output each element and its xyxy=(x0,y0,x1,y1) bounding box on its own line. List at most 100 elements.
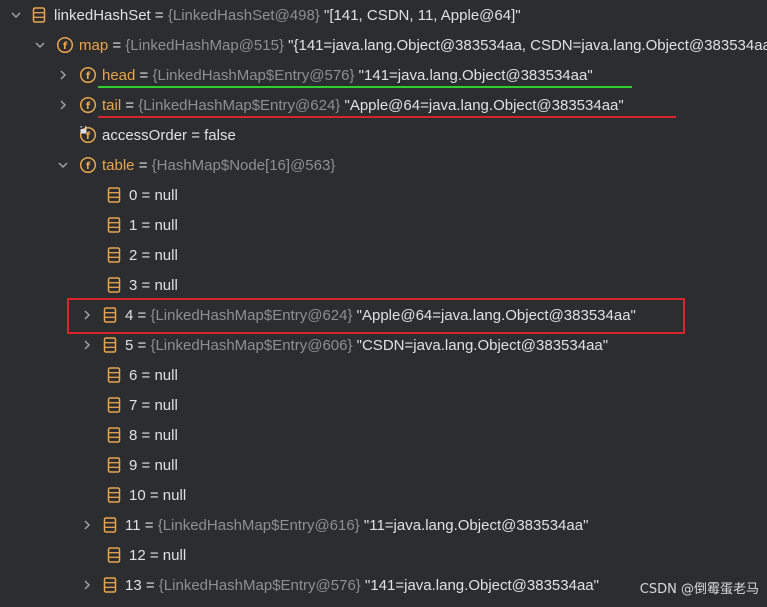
stack-icon xyxy=(103,576,117,594)
array-index: 0 xyxy=(129,186,138,204)
array-index: 12 xyxy=(129,546,146,564)
stack-icon xyxy=(107,216,121,234)
tree-row-table-12[interactable]: 12 = null xyxy=(0,540,767,570)
chevron-down-icon[interactable] xyxy=(10,9,22,21)
tree-row-table-7[interactable]: 7 = null xyxy=(0,390,767,420)
stack-icon xyxy=(107,426,121,444)
variable-value: null xyxy=(154,456,178,474)
entry-4-red-box xyxy=(67,298,685,334)
variable-value: "[141, CSDN, 11, Apple@64]" xyxy=(319,6,521,24)
chevron-right-icon[interactable] xyxy=(57,69,69,81)
tree-row-table-11[interactable]: 11 = {LinkedHashMap$Entry@616} "11=java.… xyxy=(0,510,767,540)
equals-sign: = xyxy=(137,396,155,414)
object-reference: {HashMap$Node[16]@563} xyxy=(151,156,336,174)
tree-row-table-10[interactable]: 10 = null xyxy=(0,480,767,510)
variable-value: null xyxy=(154,216,178,234)
object-reference: {LinkedHashMap$Entry@616} xyxy=(157,516,360,534)
tree-row-table-8[interactable]: 8 = null xyxy=(0,420,767,450)
chevron-down-icon[interactable] xyxy=(34,39,46,51)
tree-row-table-0[interactable]: 0 = null xyxy=(0,180,767,210)
object-reference: {LinkedHashSet@498} xyxy=(167,6,320,24)
svg-text:f: f xyxy=(86,71,91,82)
object-reference: {LinkedHashMap$Entry@624} xyxy=(138,96,341,114)
field-f-icon: f xyxy=(79,66,97,84)
chevron-down-icon[interactable] xyxy=(57,159,69,171)
chevron-right-icon[interactable] xyxy=(81,339,93,351)
variable-name: linkedHashSet xyxy=(54,6,151,24)
tree-row-accessorder[interactable]: f accessOrder = false xyxy=(0,120,767,150)
svg-text:f: f xyxy=(86,131,91,142)
tail-red-underline xyxy=(98,116,676,118)
svg-text:f: f xyxy=(63,41,68,52)
tree-row-table-5[interactable]: 5 = {LinkedHashMap$Entry@606} "CSDN=java… xyxy=(0,330,767,360)
array-index: 8 xyxy=(129,426,138,444)
head-green-underline xyxy=(98,86,632,88)
equals-sign: = xyxy=(137,456,155,474)
tree-row-linkedhashset[interactable]: linkedHashSet = {LinkedHashSet@498} "[14… xyxy=(0,0,767,30)
csdn-watermark: CSDN @倒霉蛋老马 xyxy=(639,582,759,597)
variable-name: table xyxy=(102,156,135,174)
equals-sign: = xyxy=(141,576,159,594)
field-lock-icon: f xyxy=(79,126,97,144)
variable-value: "CSDN=java.lang.Object@383534aa" xyxy=(352,336,609,354)
variable-value: "Apple@64=java.lang.Object@383534aa" xyxy=(340,96,624,114)
variable-name: head xyxy=(102,66,136,84)
stack-icon xyxy=(107,486,121,504)
variable-value: null xyxy=(154,426,178,444)
array-index: 1 xyxy=(129,216,138,234)
equals-sign: = xyxy=(137,366,155,384)
variable-value: "141=java.lang.Object@383534aa" xyxy=(360,576,599,594)
array-index: 3 xyxy=(129,276,138,294)
tree-row-table-1[interactable]: 1 = null xyxy=(0,210,767,240)
array-index: 7 xyxy=(129,396,138,414)
equals-sign: = xyxy=(121,96,139,114)
variable-value: null xyxy=(154,366,178,384)
svg-text:f: f xyxy=(86,161,91,172)
variable-value: null xyxy=(162,546,187,564)
stack-icon xyxy=(107,456,121,474)
array-index: 6 xyxy=(129,366,138,384)
stack-icon xyxy=(107,276,121,294)
array-index: 10 xyxy=(129,486,146,504)
tree-row-table-3[interactable]: 3 = null xyxy=(0,270,767,300)
array-index: 13 xyxy=(125,576,142,594)
tree-row-table-2[interactable]: 2 = null xyxy=(0,240,767,270)
tree-row-table[interactable]: f table = {HashMap$Node[16]@563} xyxy=(0,150,767,180)
field-f-icon: f xyxy=(56,36,74,54)
tree-row-table-9[interactable]: 9 = null xyxy=(0,450,767,480)
variable-name: accessOrder xyxy=(102,126,188,144)
variable-value: false xyxy=(204,126,236,144)
tree-row-table-6[interactable]: 6 = null xyxy=(0,360,767,390)
equals-sign: = xyxy=(135,66,153,84)
stack-icon xyxy=(107,396,121,414)
variable-value: "141=java.lang.Object@383534aa" xyxy=(354,66,593,84)
stack-icon xyxy=(107,246,121,264)
field-f-icon: f xyxy=(79,96,97,114)
object-reference: {LinkedHashMap$Entry@576} xyxy=(158,576,361,594)
variable-value: "11=java.lang.Object@383534aa" xyxy=(359,516,589,534)
svg-text:f: f xyxy=(86,101,91,112)
array-index: 11 xyxy=(125,516,141,534)
chevron-right-icon[interactable] xyxy=(81,519,93,531)
variable-value: null xyxy=(162,486,187,504)
variable-value: "{141=java.lang.Object@383534aa, CSDN=ja… xyxy=(283,36,767,54)
tree-row-map[interactable]: f map = {LinkedHashMap@515} "{141=java.l… xyxy=(0,30,767,60)
variable-value: null xyxy=(154,246,178,264)
equals-sign: = xyxy=(108,36,126,54)
variable-value: null xyxy=(154,186,178,204)
stack-icon xyxy=(32,6,46,24)
stack-icon xyxy=(107,366,121,384)
chevron-right-icon[interactable] xyxy=(81,579,93,591)
stack-icon xyxy=(103,336,117,354)
equals-sign: = xyxy=(133,336,151,354)
equals-sign: = xyxy=(134,156,152,174)
equals-sign: = xyxy=(137,246,155,264)
chevron-right-icon[interactable] xyxy=(57,99,69,111)
